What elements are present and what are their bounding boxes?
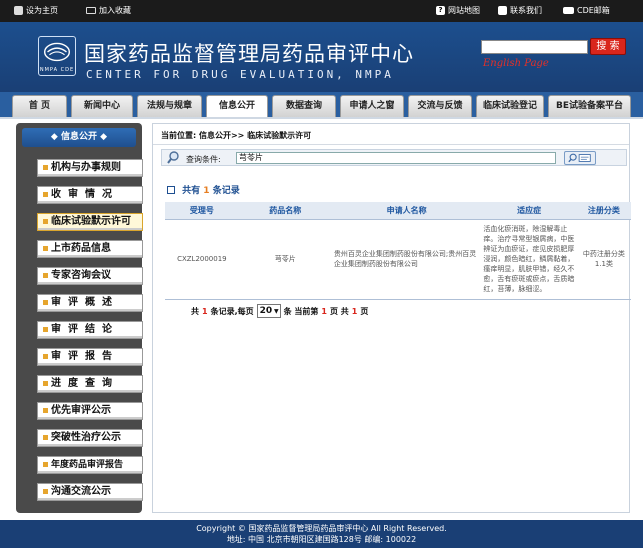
current-page: 1 [321,306,327,316]
nav-tab-info-disclosure[interactable]: 信息公开 [206,95,268,117]
sitemap-link[interactable]: ? 网站地图 [436,5,480,16]
pagination: 共 1 条记录,每页 20 条 当前第 1 页 共 1 页 [191,304,368,318]
sidebar-item-review-conclusion[interactable]: 审评结论 [37,321,143,339]
cell-category: 中药注册分类1.1类 [576,219,631,300]
sidebar: ◆ 信息公开 ◆ 机构与办事规则 收审情况 临床试验默示许可 上市药品信息 专家… [16,123,143,513]
search-icon [167,151,179,164]
total-records: 1 [202,306,208,316]
main-content: 当前位置: 信息公开>> 临床试验默示许可 查询条件: 芎苓片 共有 1 条记录 [152,123,631,513]
main-navigation: 首 页 新闻中心 法规与规章 信息公开 数据查询 申请人之窗 交流与反馈 临床试… [0,92,643,119]
sidebar-item-review-overview[interactable]: 审评概述 [37,294,143,312]
favorite-icon [86,7,96,14]
sidebar-item-annual-report[interactable]: 年度药品审评报告 [37,456,143,474]
sidebar-item-breakthrough-therapy[interactable]: 突破性治疗公示 [37,429,143,447]
logo-abbreviation: NMPA CDE [39,67,75,73]
nav-tab-be-trial-platform[interactable]: BE试验备案平台 [548,95,631,117]
query-label: 查询条件: [186,155,221,164]
sidebar-item-review-report[interactable]: 审评报告 [37,348,143,366]
page-size-select[interactable]: 20 [256,304,281,318]
footer-copyright: Copyright © 国家药品监督管理局药品审评中心 All Right Re… [196,524,447,533]
cell-applicant: 贵州百灵企业集团制药股份有限公司;贵州百灵企业集团制药股份有限公司 [331,219,482,300]
sidebar-item-clinical-trial-approval[interactable]: 临床试验默示许可 [37,213,143,231]
total-pages: 1 [351,306,358,316]
nav-tab-data-query[interactable]: 数据查询 [272,95,336,117]
cell-indication: 活血化瘀消斑，除湿解毒止痒。治疗寻常型银屑病，中医辨证为血瘀证，症见皮损肥厚浸润… [481,219,577,300]
results-table: 受理号 药品名称 申请人名称 适应症 注册分类 CXZL2000019 芎苓片 … [165,202,631,300]
sidebar-header: ◆ 信息公开 ◆ [22,128,136,147]
site-logo[interactable]: NMPA CDE [38,36,76,76]
collapse-icon[interactable] [167,186,175,194]
sidebar-item-org-rules[interactable]: 机构与办事规则 [37,159,143,177]
column-header-category: 注册分类 [576,202,631,220]
nav-tab-feedback[interactable]: 交流与反馈 [408,95,472,117]
site-search-button[interactable]: 搜 索 [590,38,626,55]
home-icon [14,6,23,15]
query-input[interactable]: 芎苓片 [236,152,556,164]
sidebar-item-review-status[interactable]: 收审情况 [37,186,143,204]
record-count: 共有 1 条记录 [167,183,240,196]
logo-emblem-icon [43,42,71,62]
nav-tab-home[interactable]: 首 页 [12,95,67,117]
set-homepage-link[interactable]: 设为主页 [14,5,58,16]
sidebar-item-priority-review[interactable]: 优先审评公示 [37,402,143,420]
contact-link[interactable]: 联系我们 [498,5,542,16]
site-title-english: CENTER FOR DRUG EVALUATION, NMPA [86,68,394,81]
table-header-row: 受理号 药品名称 申请人名称 适应症 注册分类 [165,202,631,220]
english-page-link[interactable]: English Page [483,58,549,69]
sidebar-item-expert-meeting[interactable]: 专家咨询会议 [37,267,143,285]
cell-drug-name: 芎苓片 [238,219,332,300]
top-utility-bar: 设为主页 加入收藏 ? 网站地图 联系我们 CDE邮箱 [0,0,643,22]
query-submit-button[interactable] [564,151,596,165]
breadcrumb: 当前位置: 信息公开>> 临床试验默示许可 [161,131,312,140]
sidebar-item-progress-query[interactable]: 进度查询 [37,375,143,393]
table-row[interactable]: CXZL2000019 芎苓片 贵州百灵企业集团制药股份有限公司;贵州百灵企业集… [165,219,631,300]
help-icon: ? [436,6,445,15]
column-header-acceptance-no: 受理号 [165,202,239,220]
column-header-indication: 适应症 [481,202,577,220]
footer: Copyright © 国家药品监督管理局药品审评中心 All Right Re… [0,520,643,548]
breadcrumb-divider [153,144,629,145]
query-submit-icon [568,153,591,163]
sidebar-item-communication[interactable]: 沟通交流公示 [37,483,143,501]
nav-tab-clinical-trial-registry[interactable]: 临床试验登记 [476,95,544,117]
phone-icon [498,6,507,15]
column-header-drug-name: 药品名称 [238,202,332,220]
column-header-applicant: 申请人名称 [331,202,482,220]
nav-tab-applicant-window[interactable]: 申请人之窗 [340,95,404,117]
cell-acceptance-no[interactable]: CXZL2000019 [165,219,239,300]
site-title-chinese: 国家药品监督管理局药品审评中心 [84,42,414,66]
sidebar-header-icon: ◆ [50,132,58,142]
footer-address: 地址: 中国 北京市朝阳区建国路128号 邮编: 100022 [226,535,417,544]
query-bar: 查询条件: 芎苓片 [161,149,627,166]
header-banner: NMPA CDE 国家药品监督管理局药品审评中心 CENTER FOR DRUG… [0,22,643,92]
sidebar-item-marketed-drug-info[interactable]: 上市药品信息 [37,240,143,258]
nav-tab-regulations[interactable]: 法规与规章 [137,95,202,117]
site-search-input[interactable] [481,40,588,54]
sidebar-header-icon-right: ◆ [100,132,108,142]
cde-email-link[interactable]: CDE邮箱 [563,5,610,16]
add-favorite-link[interactable]: 加入收藏 [86,5,131,16]
nav-tab-news[interactable]: 新闻中心 [71,95,133,117]
mail-icon [563,7,574,14]
